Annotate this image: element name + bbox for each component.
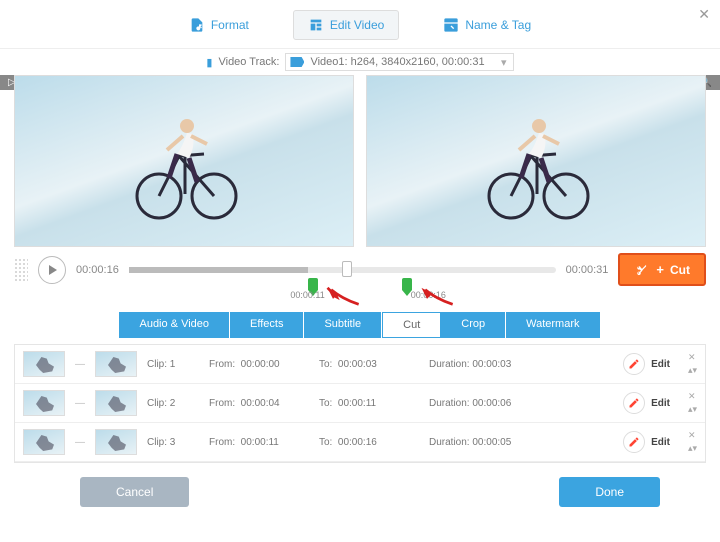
clip-duration: Duration: 00:00:05 xyxy=(429,437,529,448)
subtab-audio-video[interactable]: Audio & Video xyxy=(119,312,230,338)
clip-duration: Duration: 00:00:03 xyxy=(429,359,529,370)
track-label: Video Track: xyxy=(218,56,279,68)
clip-thumb-from xyxy=(23,390,65,416)
marker-start[interactable] xyxy=(308,278,318,290)
footer: Cancel Done xyxy=(0,463,720,521)
time-end: 00:00:31 xyxy=(566,264,609,276)
scissors-icon xyxy=(634,263,650,277)
clip-thumb-to xyxy=(95,390,137,416)
clip-from: From: 00:00:11 xyxy=(209,437,309,448)
clip-row: — Clip: 1 From: 00:00:00 To: 00:00:03 Durati… xyxy=(15,345,705,384)
original-preview xyxy=(14,75,354,247)
subtab-watermark[interactable]: Watermark xyxy=(506,312,600,338)
clip-to: To: 00:00:03 xyxy=(319,359,419,370)
marker-start-label: 00:00:11 xyxy=(290,290,324,300)
remove-clip-icon[interactable]: ✕ xyxy=(688,430,697,441)
video-track-row: ▮ Video Track: Video1: h264, 3840x2160, … xyxy=(0,49,720,75)
edit-clip-button[interactable]: Edit xyxy=(623,392,670,414)
tab-edit-label: Edit Video xyxy=(330,18,385,32)
play-button[interactable] xyxy=(38,256,66,284)
tag-icon xyxy=(443,17,459,33)
playhead[interactable] xyxy=(342,261,352,277)
marker-end[interactable] xyxy=(402,278,412,290)
tab-nametag-label: Name & Tag xyxy=(465,18,531,32)
remove-clip-icon[interactable]: ✕ xyxy=(688,391,697,402)
subtab-crop[interactable]: Crop xyxy=(441,312,506,338)
row-controls: ✕ ▴▾ xyxy=(688,352,697,376)
clip-list: — Clip: 1 From: 00:00:00 To: 00:00:03 Durati… xyxy=(14,344,706,463)
remove-clip-icon[interactable]: ✕ xyxy=(688,352,697,363)
edit-clip-button[interactable]: Edit xyxy=(623,431,670,453)
arrow-annotation-icon xyxy=(325,286,363,308)
subtab-effects[interactable]: Effects xyxy=(230,312,304,338)
subtab-cut[interactable]: Cut xyxy=(382,312,441,338)
clip-thumb-to xyxy=(95,429,137,455)
edit-video-icon xyxy=(308,17,324,33)
clip-to: To: 00:00:16 xyxy=(319,437,419,448)
link-icon: — xyxy=(75,398,85,409)
clip-thumb-from xyxy=(23,429,65,455)
timeline-track[interactable] xyxy=(129,267,556,273)
pencil-icon xyxy=(628,358,640,370)
tab-edit-video[interactable]: Edit Video xyxy=(293,10,400,40)
top-tabs: Format Edit Video Name & Tag xyxy=(0,0,720,49)
reorder-icon[interactable]: ▴▾ xyxy=(688,365,697,376)
subtab-subtitle[interactable]: Subtitle xyxy=(304,312,382,338)
done-button[interactable]: Done xyxy=(559,477,660,507)
timeline-progress xyxy=(129,267,308,273)
tab-name-tag[interactable]: Name & Tag xyxy=(429,10,545,40)
time-current: 00:00:16 xyxy=(76,264,119,276)
pencil-icon xyxy=(628,436,640,448)
clip-duration: Duration: 00:00:06 xyxy=(429,398,529,409)
cut-button-label: Cut xyxy=(670,263,690,277)
reorder-icon[interactable]: ▴▾ xyxy=(688,404,697,415)
range-markers: 00:00:11 00:00:16 xyxy=(170,288,600,310)
row-controls: ✕ ▴▾ xyxy=(688,391,697,415)
clip-thumb-to xyxy=(95,351,137,377)
clip-row: — Clip: 2 From: 00:00:04 To: 00:00:11 Durati… xyxy=(15,384,705,423)
cancel-button[interactable]: Cancel xyxy=(80,477,189,507)
link-icon: — xyxy=(75,437,85,448)
clip-label: Clip: 1 xyxy=(147,359,199,370)
sub-tabs: Audio & Video Effects Subtitle Cut Crop … xyxy=(0,312,720,338)
video-frame-graphic xyxy=(471,106,601,229)
clip-row: — Clip: 3 From: 00:00:11 To: 00:00:16 Durati… xyxy=(15,423,705,462)
result-preview xyxy=(366,75,706,247)
track-value: Video1: h264, 3840x2160, 00:00:31 xyxy=(310,56,484,68)
link-icon: — xyxy=(75,359,85,370)
video-frame-graphic xyxy=(119,106,249,229)
row-controls: ✕ ▴▾ xyxy=(688,430,697,454)
clip-from: From: 00:00:00 xyxy=(209,359,309,370)
pencil-icon xyxy=(628,397,640,409)
video-track-select[interactable]: Video1: h264, 3840x2160, 00:00:31 xyxy=(285,53,513,71)
tab-format-label: Format xyxy=(211,18,249,32)
clip-label: Clip: 2 xyxy=(147,398,199,409)
close-icon[interactable]: ✕ xyxy=(698,6,710,23)
timeline: 00:00:16 00:00:31 + Cut xyxy=(0,247,720,288)
arrow-annotation-icon xyxy=(419,286,457,308)
preview-panels: Original Preview xyxy=(0,75,720,247)
tab-format[interactable]: Format xyxy=(175,10,263,40)
clip-label: Clip: 3 xyxy=(147,437,199,448)
reorder-icon[interactable]: ▴▾ xyxy=(688,443,697,454)
drag-handle-icon[interactable] xyxy=(14,258,28,282)
clip-from: From: 00:00:04 xyxy=(209,398,309,409)
clip-thumb-from xyxy=(23,351,65,377)
edit-clip-button[interactable]: Edit xyxy=(623,353,670,375)
cut-button[interactable]: + Cut xyxy=(618,253,706,286)
format-icon xyxy=(189,17,205,33)
clip-to: To: 00:00:11 xyxy=(319,398,419,409)
